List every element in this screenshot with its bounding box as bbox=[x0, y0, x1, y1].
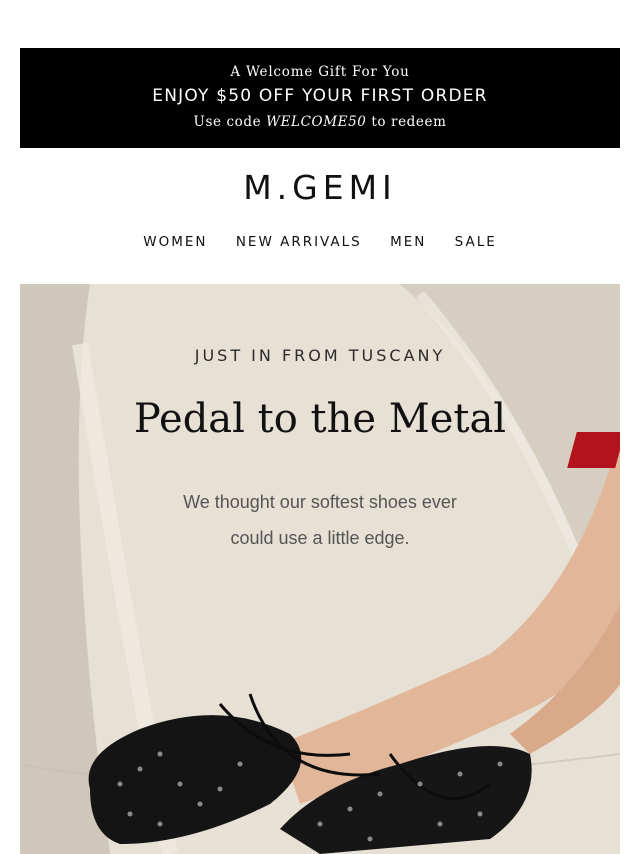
hero-image bbox=[20, 284, 620, 854]
promo-code-suffix: to redeem bbox=[371, 114, 447, 130]
hero-eyebrow: JUST IN FROM TUSCANY bbox=[194, 346, 446, 365]
promo-headline: ENJOY $50 OFF YOUR FIRST ORDER bbox=[152, 86, 488, 106]
promo-code: WELCOME50 bbox=[266, 114, 367, 130]
nav-item-women[interactable]: WOMEN bbox=[143, 234, 207, 250]
hero-subtitle: We thought our softest shoes ever could … bbox=[130, 484, 510, 556]
nav-item-sale[interactable]: SALE bbox=[455, 234, 497, 250]
promo-code-line: Use code WELCOME50 to redeem bbox=[20, 114, 620, 130]
brand-logo[interactable]: M.GEMI bbox=[0, 168, 640, 207]
hero-subtitle-line2: could use a little edge. bbox=[230, 528, 410, 548]
hero-subtitle-line1: We thought our softest shoes ever bbox=[183, 492, 457, 512]
promo-code-prefix: Use code bbox=[193, 114, 262, 130]
hero-banner[interactable]: JUST IN FROM TUSCANY Pedal to the Metal … bbox=[20, 284, 620, 854]
hero-title: Pedal to the Metal bbox=[133, 396, 507, 442]
nav-item-new-arrivals[interactable]: NEW ARRIVALS bbox=[236, 234, 362, 250]
promo-banner[interactable]: A Welcome Gift For You ENJOY $50 OFF YOU… bbox=[20, 48, 620, 148]
main-nav: WOMEN NEW ARRIVALS MEN SALE bbox=[0, 234, 640, 250]
promo-kicker: A Welcome Gift For You bbox=[230, 64, 410, 80]
nav-item-men[interactable]: MEN bbox=[390, 234, 426, 250]
